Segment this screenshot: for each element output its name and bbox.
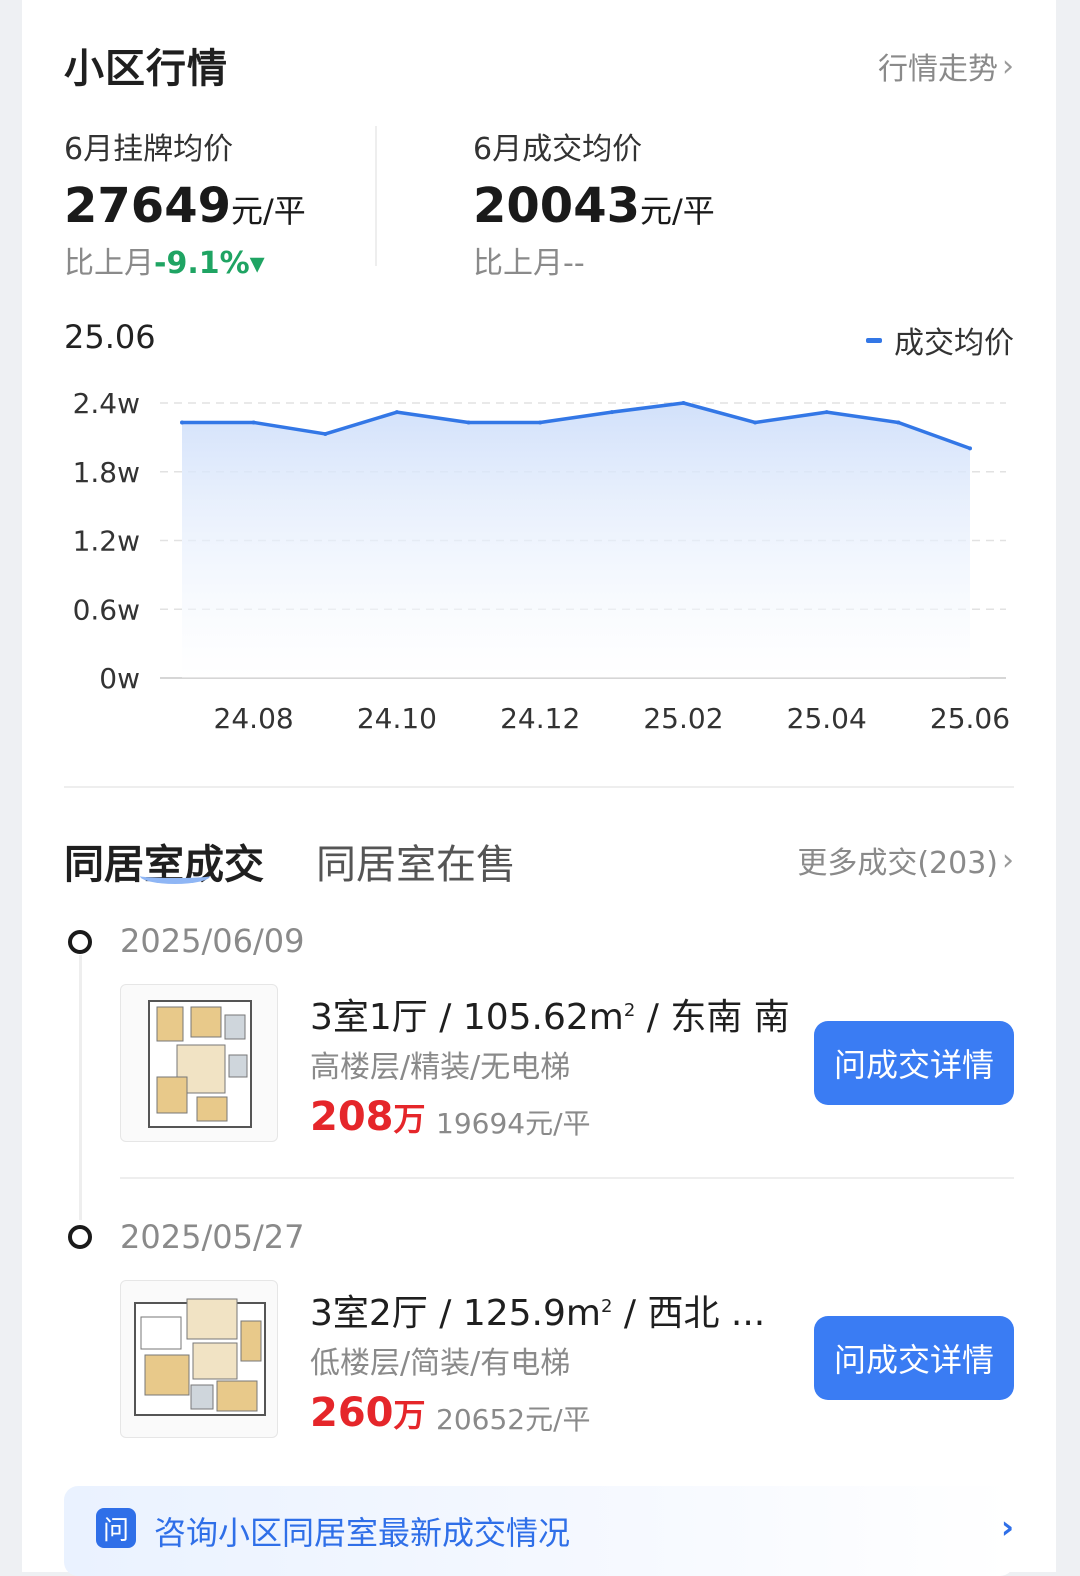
- data-point: [323, 431, 328, 436]
- timeline-dot: [68, 1225, 92, 1249]
- legend-label: 成交均价: [894, 326, 1014, 361]
- consult-banner[interactable]: 问 咨询小区同居室最新成交情况 ›: [64, 1486, 1014, 1576]
- deal-date: 2025/06/09: [120, 922, 305, 960]
- listing-change-down: -9.1%▾: [154, 246, 265, 281]
- data-point: [538, 420, 543, 425]
- deal-attributes: 低楼层/简装/有电梯: [310, 1346, 571, 1381]
- y-tick-label: 1.8w: [73, 456, 140, 489]
- floorplan-image: [134, 1298, 266, 1416]
- chart-legend: 成交均价: [866, 318, 1014, 362]
- y-tick-label: 1.2w: [73, 525, 140, 558]
- x-tick-label: 25.04: [787, 702, 867, 735]
- data-point: [896, 420, 901, 425]
- listing-price-stat: 6月挂牌均价 27649元/平 比上月-9.1%▾: [64, 124, 306, 282]
- x-tick-label: 25.06: [930, 702, 1010, 735]
- deal-title: 3室1厅 / 105.62m2 / 东南 南: [310, 997, 790, 1038]
- market-card: 小区行情 行情走势 › 6月挂牌均价 27649元/平 比上月-9.1%▾ 6月…: [22, 0, 1056, 1576]
- floorplan-thumbnail[interactable]: [120, 984, 278, 1142]
- chart-selected-month: 25.06: [64, 318, 156, 356]
- section-divider: [64, 786, 1014, 788]
- x-tick-label: 24.12: [500, 702, 580, 735]
- timeline-dot: [68, 930, 92, 954]
- deal-total-price: 208万: [310, 1094, 426, 1140]
- deal-unit-price: 20652元/平: [436, 1403, 591, 1436]
- deal-attributes: 高楼层/精装/无电梯: [310, 1050, 571, 1085]
- deal-title: 3室2厅 / 125.9m2 / 西北 ...: [310, 1293, 766, 1334]
- section-title: 小区行情: [64, 46, 228, 92]
- listing-price-compare: 比上月-9.1%▾: [64, 246, 265, 281]
- y-tick-label: 2.4w: [73, 387, 140, 420]
- chevron-right-icon: ›: [1000, 1508, 1014, 1546]
- data-point: [968, 446, 972, 451]
- row-divider: [120, 1177, 1014, 1179]
- y-tick-label: 0.6w: [73, 593, 140, 626]
- chevron-right-icon: ›: [1002, 48, 1014, 84]
- listing-price-value: 27649元/平: [64, 178, 306, 234]
- x-tick-label: 25.02: [643, 702, 723, 735]
- deal-price-label: 6月成交均价: [473, 132, 643, 167]
- data-point: [824, 410, 829, 415]
- data-point: [466, 420, 471, 425]
- ask-deal-details-button[interactable]: 问成交详情: [814, 1021, 1014, 1105]
- data-point: [681, 401, 686, 405]
- data-point: [753, 420, 758, 425]
- deal-unit-price: 19694元/平: [436, 1107, 591, 1140]
- deal-price-stat: 6月成交均价 20043元/平 比上月--: [473, 124, 715, 282]
- y-tick-label: 0w: [99, 662, 140, 695]
- data-point: [251, 420, 256, 425]
- trend-link[interactable]: 行情走势 ›: [878, 44, 1014, 88]
- data-point: [180, 420, 184, 425]
- x-tick-label: 24.08: [214, 702, 294, 735]
- legend-line-swatch: [866, 337, 882, 343]
- data-point: [394, 410, 399, 415]
- more-deals-link[interactable]: 更多成交(203) ›: [797, 838, 1014, 882]
- deal-price-value: 20043元/平: [473, 178, 715, 234]
- trend-link-label: 行情走势: [878, 52, 998, 87]
- consult-text: 咨询小区同居室最新成交情况: [154, 1514, 571, 1552]
- series-area: [182, 403, 970, 678]
- floorplan-thumbnail[interactable]: [120, 1280, 278, 1438]
- price-trend-chart[interactable]: 0w 0.6w 1.2w 1.8w 2.4w 24.08 24.10 24.12 25.02 25…: [22, 370, 1056, 750]
- data-point: [609, 410, 614, 415]
- deal-price-compare: 比上月--: [473, 246, 585, 281]
- stats-divider: [375, 126, 377, 266]
- floorplan-image: [148, 1000, 252, 1128]
- listing-price-label: 6月挂牌均价: [64, 132, 234, 167]
- x-tick-label: 24.10: [357, 702, 437, 735]
- ask-badge-icon: 问: [96, 1508, 136, 1548]
- deal-date: 2025/05/27: [120, 1218, 305, 1256]
- ask-deal-details-button[interactable]: 问成交详情: [814, 1316, 1014, 1400]
- more-deals-label: 更多成交(203): [797, 846, 998, 881]
- chevron-right-icon: ›: [1002, 842, 1014, 878]
- deal-total-price: 260万: [310, 1390, 426, 1436]
- timeline-line: [79, 955, 82, 1220]
- tab-same-room-for-sale[interactable]: 同居室在售: [316, 832, 516, 890]
- active-tab-indicator: [140, 868, 210, 884]
